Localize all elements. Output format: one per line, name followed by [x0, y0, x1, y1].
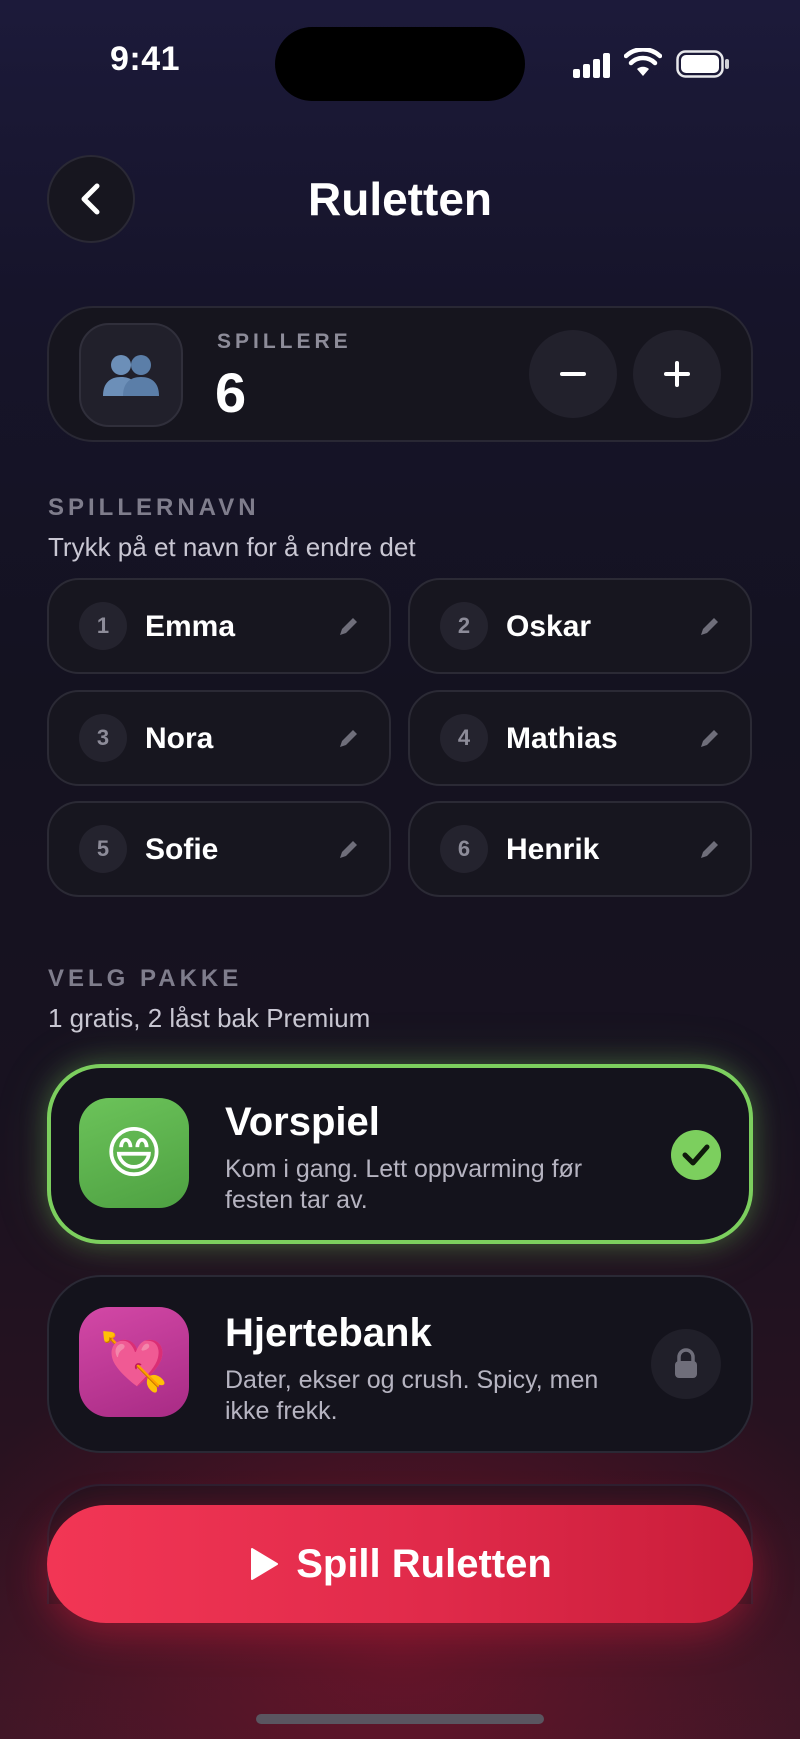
player-number-badge: 5	[79, 825, 127, 873]
pack-description: Kom i gang. Lett oppvarming før festen t…	[225, 1155, 583, 1214]
pencil-icon	[701, 841, 718, 858]
decrease-players-button[interactable]	[529, 330, 617, 418]
check-icon	[671, 1130, 721, 1180]
player-name-card-4[interactable]: 4 Mathias	[408, 690, 752, 786]
names-section-label: SPILLERNAVN	[48, 494, 260, 521]
player-name: Henrik	[506, 833, 600, 866]
play-icon	[251, 1548, 279, 1580]
pack-card-hjertebank[interactable]: 💘 Hjertebank Dater, ekser og crush. Spic…	[47, 1275, 753, 1453]
packs-section-subtitle: 1 gratis, 2 låst bak Premium	[48, 1003, 371, 1033]
player-count-card: SPILLERE 6	[47, 306, 753, 442]
pencil-icon	[701, 730, 718, 747]
players-label: SPILLERE	[217, 330, 352, 353]
status-time: 9:41	[109, 40, 181, 78]
dynamic-island	[275, 27, 525, 101]
chevron-left-icon	[81, 183, 100, 215]
pencil-icon	[701, 618, 718, 635]
player-name: Mathias	[506, 722, 618, 755]
packs-section-label: VELG PAKKE	[48, 965, 243, 992]
minus-icon	[560, 372, 586, 376]
player-name-card-5[interactable]: 5 Sofie	[47, 801, 391, 897]
player-number-badge: 2	[440, 602, 488, 650]
grinning-face-icon: 😄	[79, 1098, 189, 1208]
page-title: Ruletten	[308, 173, 492, 225]
battery-icon	[676, 50, 729, 78]
player-number-badge: 4	[440, 714, 488, 762]
pencil-icon	[340, 618, 357, 635]
player-number-badge: 1	[79, 602, 127, 650]
player-name-card-2[interactable]: 2 Oskar	[408, 578, 752, 674]
player-name: Emma	[145, 610, 236, 643]
pack-title: Hjertebank	[225, 1311, 432, 1355]
lock-icon	[651, 1329, 721, 1399]
pencil-icon	[340, 841, 357, 858]
cellular-signal-icon	[573, 52, 613, 78]
player-name: Oskar	[506, 610, 592, 643]
people-icon	[79, 323, 183, 427]
player-name-card-3[interactable]: 3 Nora	[47, 690, 391, 786]
pack-description: Dater, ekser og crush. Spicy, men ikke f…	[225, 1366, 599, 1425]
back-button[interactable]	[47, 155, 135, 243]
pack-title: Vorspiel	[225, 1100, 380, 1144]
player-number-badge: 3	[79, 714, 127, 762]
names-section-subtitle: Trykk på et navn for å endre det	[48, 532, 416, 562]
players-count: 6	[215, 361, 247, 424]
player-name-card-6[interactable]: 6 Henrik	[408, 801, 752, 897]
home-indicator	[256, 1714, 544, 1724]
player-name-card-1[interactable]: 1 Emma	[47, 578, 391, 674]
pack-card-vorspiel[interactable]: 😄 Vorspiel Kom i gang. Lett oppvarming f…	[47, 1064, 753, 1244]
play-button-label: Spill Ruletten	[296, 1541, 552, 1586]
wifi-icon	[624, 48, 662, 76]
plus-icon	[664, 361, 690, 387]
heart-with-arrow-icon: 💘	[79, 1307, 189, 1417]
play-roulette-button[interactable]: Spill Ruletten	[47, 1505, 753, 1623]
player-name: Sofie	[145, 833, 219, 866]
player-number-badge: 6	[440, 825, 488, 873]
player-name: Nora	[145, 722, 214, 755]
pencil-icon	[340, 730, 357, 747]
increase-players-button[interactable]	[633, 330, 721, 418]
